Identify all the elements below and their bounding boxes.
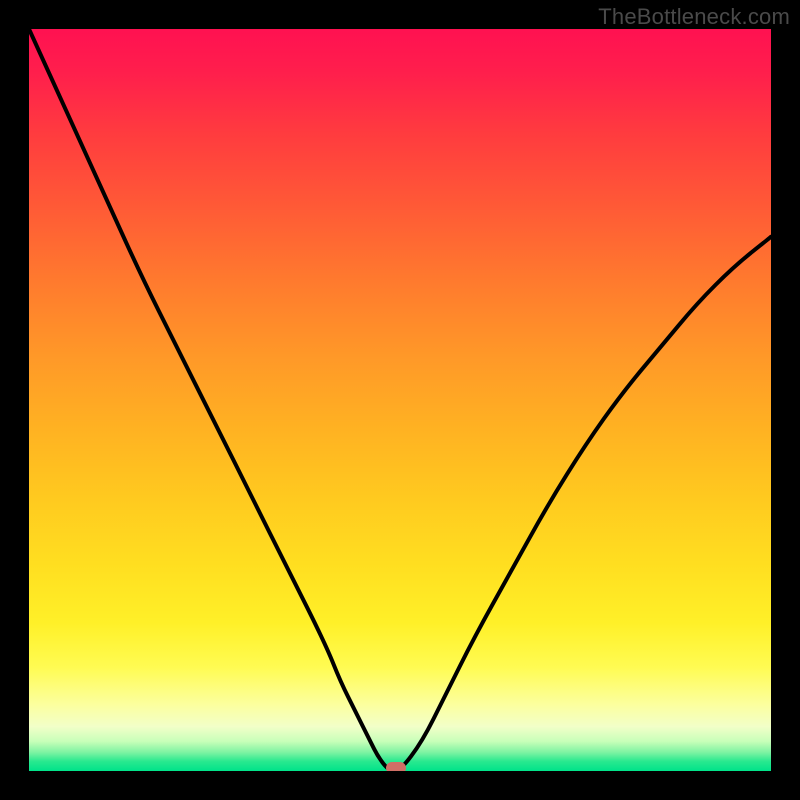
bottleneck-curve	[29, 29, 771, 771]
watermark-text: TheBottleneck.com	[598, 4, 790, 30]
plot-area	[29, 29, 771, 771]
optimal-marker	[386, 762, 406, 771]
chart-frame: TheBottleneck.com	[0, 0, 800, 800]
